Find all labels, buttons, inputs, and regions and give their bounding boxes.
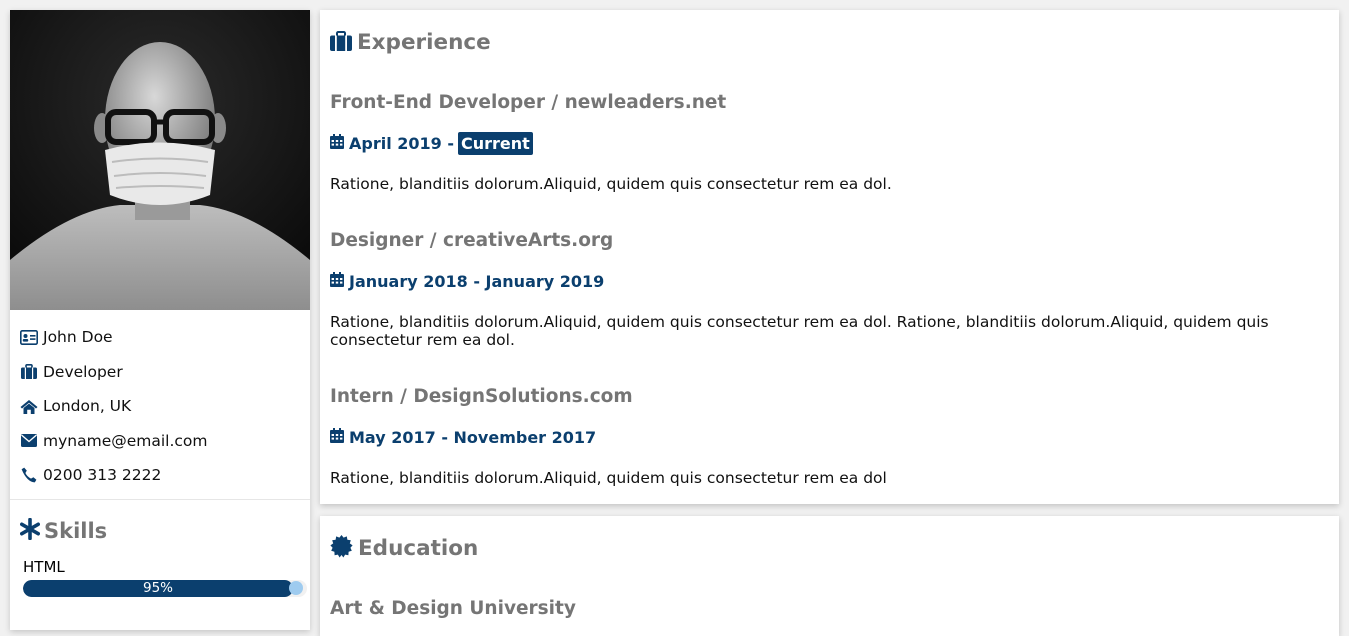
- skill-label: HTML: [23, 557, 65, 576]
- profile-phone: 0200 313 2222: [43, 466, 162, 485]
- skills-title: Skills: [44, 518, 108, 543]
- phone-icon: [20, 466, 38, 484]
- job-description: Ratione, blanditiis dolorum.Aliquid, qui…: [330, 469, 887, 487]
- profile-name: John Doe: [43, 328, 113, 347]
- briefcase-icon: [20, 363, 38, 381]
- profile-photo: [10, 10, 310, 310]
- briefcase-icon: [330, 30, 352, 55]
- asterisk-icon: [19, 517, 41, 544]
- job-date: May 2017 - November 2017: [330, 428, 596, 447]
- job-date-text: January 2018 - January 2019: [349, 272, 605, 291]
- profile-role-row: Developer: [20, 355, 300, 390]
- profile-location-row: London, UK: [20, 389, 300, 424]
- education-heading: Education: [330, 535, 478, 562]
- skills-heading: Skills: [10, 500, 310, 544]
- id-card-icon: [20, 328, 38, 346]
- job-title: Designer / creativeArts.org: [330, 230, 614, 251]
- job-description: Ratione, blanditiis dolorum.Aliquid, qui…: [330, 175, 892, 193]
- certificate-icon: [330, 535, 353, 562]
- envelope-icon: [20, 432, 38, 450]
- profile-sidebar: John Doe Developer London, UK myname@ema…: [10, 10, 310, 630]
- profile-email: myname@email.com: [43, 431, 208, 450]
- job-title: Front-End Developer / newleaders.net: [330, 92, 727, 113]
- profile-phone-row: 0200 313 2222: [20, 458, 300, 493]
- job-date: April 2019 - Current: [330, 132, 533, 155]
- education-item-title: Art & Design University: [330, 598, 576, 619]
- skill-progress-text: 95%: [142, 579, 173, 596]
- job-description: Ratione, blanditiis dolorum.Aliquid, qui…: [330, 313, 1269, 349]
- job-title: Intern / DesignSolutions.com: [330, 386, 633, 407]
- profile-info: John Doe Developer London, UK myname@ema…: [10, 310, 310, 493]
- experience-heading: Experience: [330, 30, 491, 55]
- calendar-icon: [330, 428, 344, 447]
- job-date-text: May 2017 - November 2017: [349, 428, 597, 447]
- experience-title: Experience: [357, 30, 491, 55]
- skill-progress-bar: 95%: [23, 579, 307, 597]
- experience-card: Experience Front-End Developer / newlead…: [320, 10, 1339, 504]
- home-icon: [20, 397, 38, 415]
- cv-page: John Doe Developer London, UK myname@ema…: [0, 0, 1349, 636]
- job-date: January 2018 - January 2019: [330, 272, 604, 291]
- education-title: Education: [358, 536, 479, 561]
- profile-name-row: John Doe: [20, 320, 300, 355]
- calendar-icon: [330, 272, 344, 291]
- profile-role: Developer: [43, 362, 123, 381]
- current-badge: Current: [458, 132, 533, 155]
- calendar-icon: [330, 134, 344, 153]
- profile-email-row: myname@email.com: [20, 424, 300, 459]
- job-date-text: April 2019 -: [349, 134, 455, 153]
- profile-location: London, UK: [43, 397, 132, 416]
- education-card: Education Art & Design University: [320, 516, 1339, 636]
